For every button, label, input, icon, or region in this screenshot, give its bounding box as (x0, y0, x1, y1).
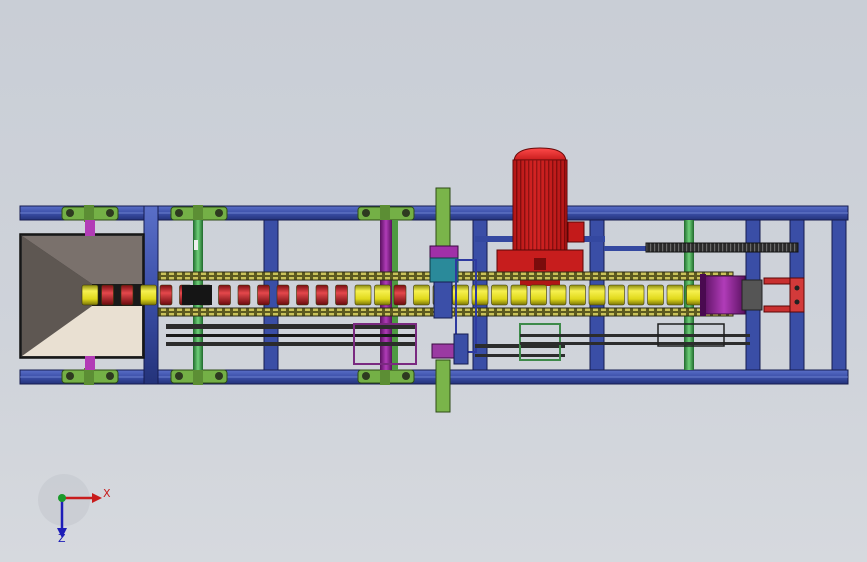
assembly-drawing: X Z (19, 147, 849, 545)
x-axis-label: X (103, 487, 111, 500)
roller (510, 284, 528, 306)
roller (413, 284, 430, 306)
bearing-top-2 (170, 205, 228, 222)
roller (569, 284, 586, 306)
roller-clamp (182, 285, 212, 305)
roller (218, 284, 231, 306)
roller (315, 284, 329, 306)
z-axis-label: Z (58, 532, 66, 545)
roller (140, 284, 157, 306)
bearing-bot-3 (357, 368, 415, 385)
bearing-top-3 (357, 205, 415, 222)
roller (296, 284, 309, 306)
roller (647, 284, 664, 306)
roller (549, 284, 567, 306)
roller (608, 284, 625, 306)
bearing-bot-2 (170, 368, 228, 385)
roller (276, 284, 290, 306)
roller (627, 284, 645, 306)
axis-triad: X Z (38, 474, 111, 545)
gear-racks (645, 242, 799, 253)
roller (471, 284, 489, 306)
roller (452, 284, 469, 306)
roller (257, 284, 270, 306)
roller (159, 284, 173, 306)
end-drum-unit (700, 274, 805, 316)
roller (354, 284, 372, 306)
roller (393, 284, 407, 306)
bearing-top-1 (61, 205, 119, 222)
roller (335, 284, 348, 306)
roller (120, 284, 134, 306)
roller (81, 284, 99, 306)
roller (491, 284, 508, 306)
roller (666, 284, 684, 306)
cad-viewport[interactable]: X Z (0, 0, 867, 562)
roller (101, 284, 114, 306)
bearing-bot-1 (61, 368, 119, 385)
roller (237, 284, 251, 306)
roller (588, 284, 606, 306)
roller (374, 284, 391, 306)
roller (530, 284, 547, 306)
